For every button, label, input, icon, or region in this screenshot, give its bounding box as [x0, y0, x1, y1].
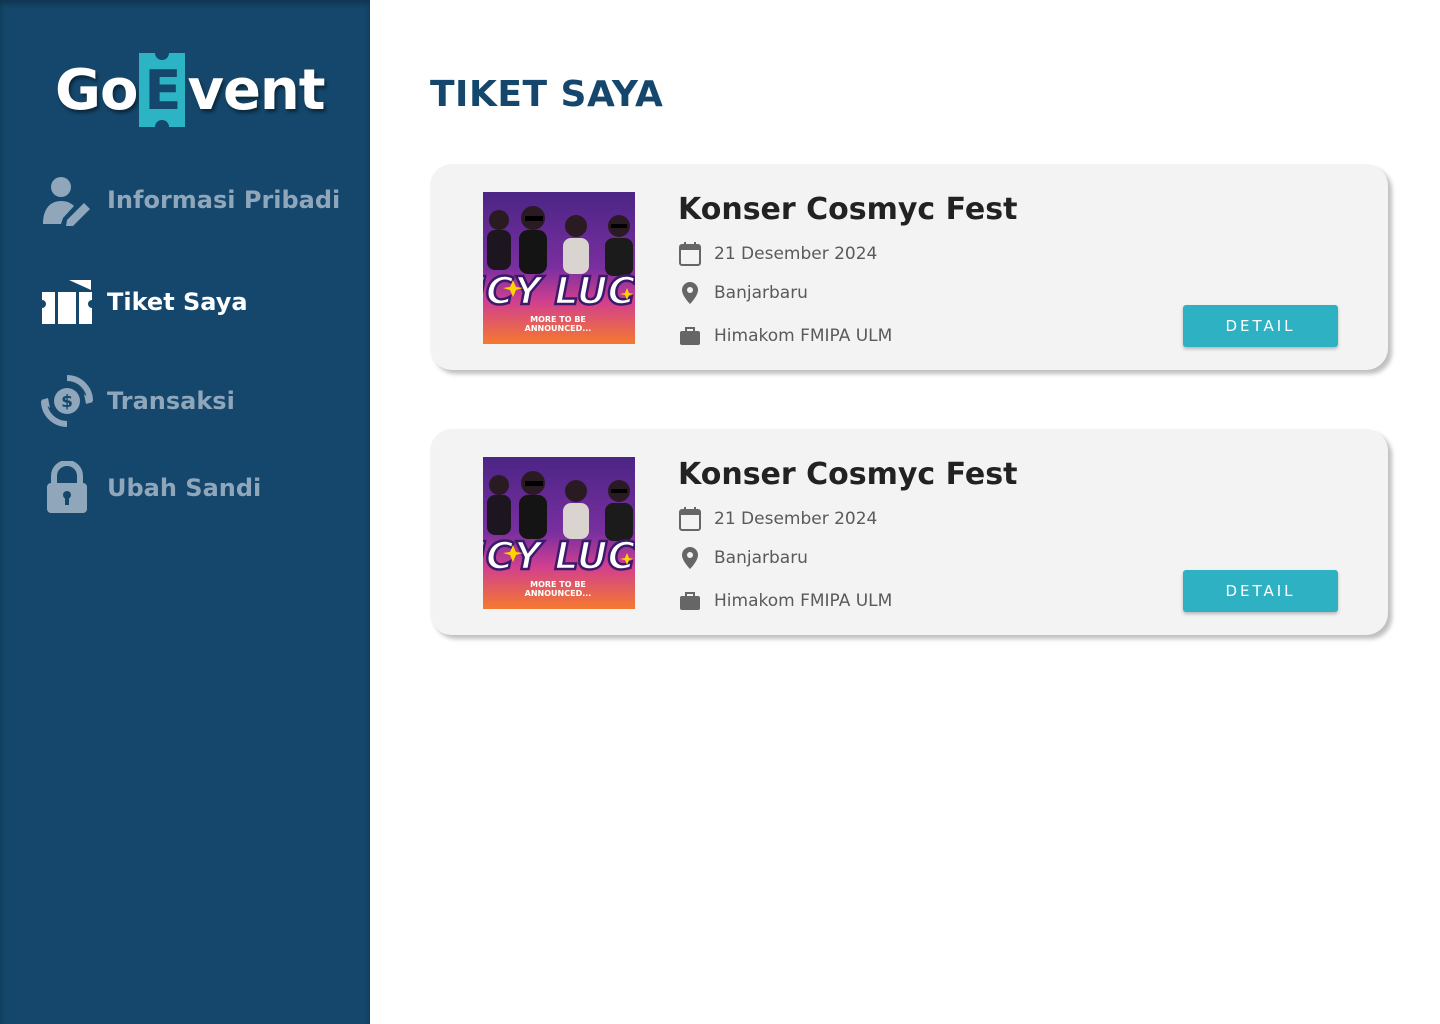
ticket-card: UCY LUCY MORE TO BE ANNOUNCED... Konser … [430, 429, 1388, 635]
sidebar-item-label: Informasi Pribadi [107, 186, 341, 214]
ticket-card: UCY LUCY MORE TO BE ANNOUNCED... Konser … [430, 164, 1388, 370]
logo-text-go: Go [55, 57, 138, 123]
event-organizer: Himakom FMIPA ULM [714, 326, 893, 346]
event-poster-image: UCY LUCY MORE TO BE ANNOUNCED... [483, 457, 635, 609]
poster-subtext: MORE TO BE [530, 315, 586, 324]
sidebar-item-tiket-saya[interactable]: Tiket Saya [40, 274, 248, 330]
event-date-row: 21 Desember 2024 [678, 242, 877, 266]
event-organizer: Himakom FMIPA ULM [714, 591, 893, 611]
briefcase-icon [678, 324, 702, 348]
transaction-icon: $ [40, 374, 94, 428]
event-organizer-row: Himakom FMIPA ULM [678, 324, 892, 348]
event-poster-image: UCY LUCY MORE TO BE ANNOUNCED... [483, 192, 635, 344]
event-title: Konser Cosmyc Fest [678, 192, 1018, 227]
detail-button[interactable]: DETAIL [1183, 570, 1338, 612]
event-date: 21 Desember 2024 [714, 244, 878, 264]
poster-subtext: MORE TO BE [530, 580, 586, 589]
sidebar: Go E vent Informasi Pribadi Tiket Saya $… [0, 0, 370, 1024]
lock-icon [40, 461, 94, 515]
briefcase-icon [678, 589, 702, 613]
sidebar-item-label: Transaksi [107, 387, 235, 415]
svg-text:ANNOUNCED...: ANNOUNCED... [525, 324, 592, 333]
location-pin-icon [678, 546, 702, 570]
calendar-icon [678, 507, 702, 531]
event-location: Banjarbaru [714, 283, 808, 303]
sidebar-item-ubah-sandi[interactable]: Ubah Sandi [40, 460, 261, 516]
svg-text:ANNOUNCED...: ANNOUNCED... [525, 589, 592, 598]
poster-lettering: UCY LUCY [483, 534, 635, 578]
event-location-row: Banjarbaru [678, 281, 808, 305]
event-organizer-row: Himakom FMIPA ULM [678, 589, 892, 613]
location-pin-icon [678, 281, 702, 305]
goevent-logo[interactable]: Go E vent [55, 52, 326, 128]
user-edit-icon [40, 173, 94, 227]
calendar-icon [678, 242, 702, 266]
svg-text:$: $ [61, 392, 73, 412]
event-date-row: 21 Desember 2024 [678, 507, 877, 531]
sidebar-item-informasi-pribadi[interactable]: Informasi Pribadi [40, 172, 340, 228]
sidebar-item-label: Ubah Sandi [107, 474, 262, 502]
sidebar-item-label: Tiket Saya [107, 288, 248, 316]
detail-button[interactable]: DETAIL [1183, 305, 1338, 347]
page-title: TIKET SAYA [430, 74, 664, 115]
ticket-icon [40, 275, 94, 329]
event-title: Konser Cosmyc Fest [678, 457, 1018, 492]
sidebar-item-transaksi[interactable]: $ Transaksi [40, 373, 235, 429]
event-location-row: Banjarbaru [678, 546, 808, 570]
logo-ticket-e: E [139, 53, 186, 127]
poster-lettering: UCY LUCY [483, 269, 635, 313]
event-location: Banjarbaru [714, 548, 808, 568]
logo-text-vent: vent [187, 57, 325, 123]
event-date: 21 Desember 2024 [714, 509, 878, 529]
